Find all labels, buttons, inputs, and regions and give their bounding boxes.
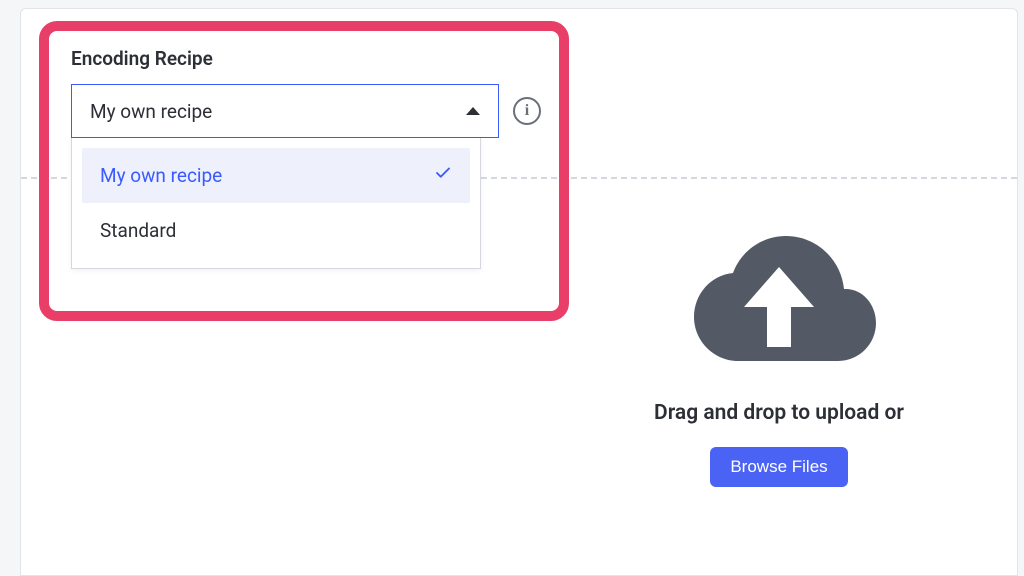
encoding-label: Encoding Recipe (71, 47, 541, 70)
info-glyph: i (525, 102, 529, 120)
dropdown-inner: My own recipe Standard (72, 138, 480, 268)
encoding-dropdown: My own recipe Standard (71, 138, 481, 269)
check-icon (434, 164, 452, 187)
encoding-select[interactable]: My own recipe (71, 84, 499, 138)
encoding-recipe-field: Encoding Recipe My own recipe My own rec… (71, 47, 541, 138)
dropdown-option-standard[interactable]: Standard (82, 203, 470, 258)
dropdown-option-my-own-recipe[interactable]: My own recipe (82, 148, 470, 203)
info-icon[interactable]: i (513, 97, 541, 125)
upload-area[interactable]: Drag and drop to upload or Browse Files (581, 219, 977, 487)
dropdown-option-label: Standard (100, 219, 176, 242)
encoding-select-value: My own recipe (90, 100, 212, 123)
cloud-upload-icon (669, 219, 889, 379)
select-wrap: My own recipe My own recipe Standard (71, 84, 499, 138)
chevron-up-icon (466, 107, 480, 115)
browse-files-button[interactable]: Browse Files (710, 447, 847, 487)
select-row: My own recipe My own recipe Standard (71, 84, 541, 138)
page-container: Encoding Recipe My own recipe My own rec… (20, 8, 1018, 576)
dropdown-option-label: My own recipe (100, 164, 222, 187)
upload-hint: Drag and drop to upload or (654, 401, 904, 425)
